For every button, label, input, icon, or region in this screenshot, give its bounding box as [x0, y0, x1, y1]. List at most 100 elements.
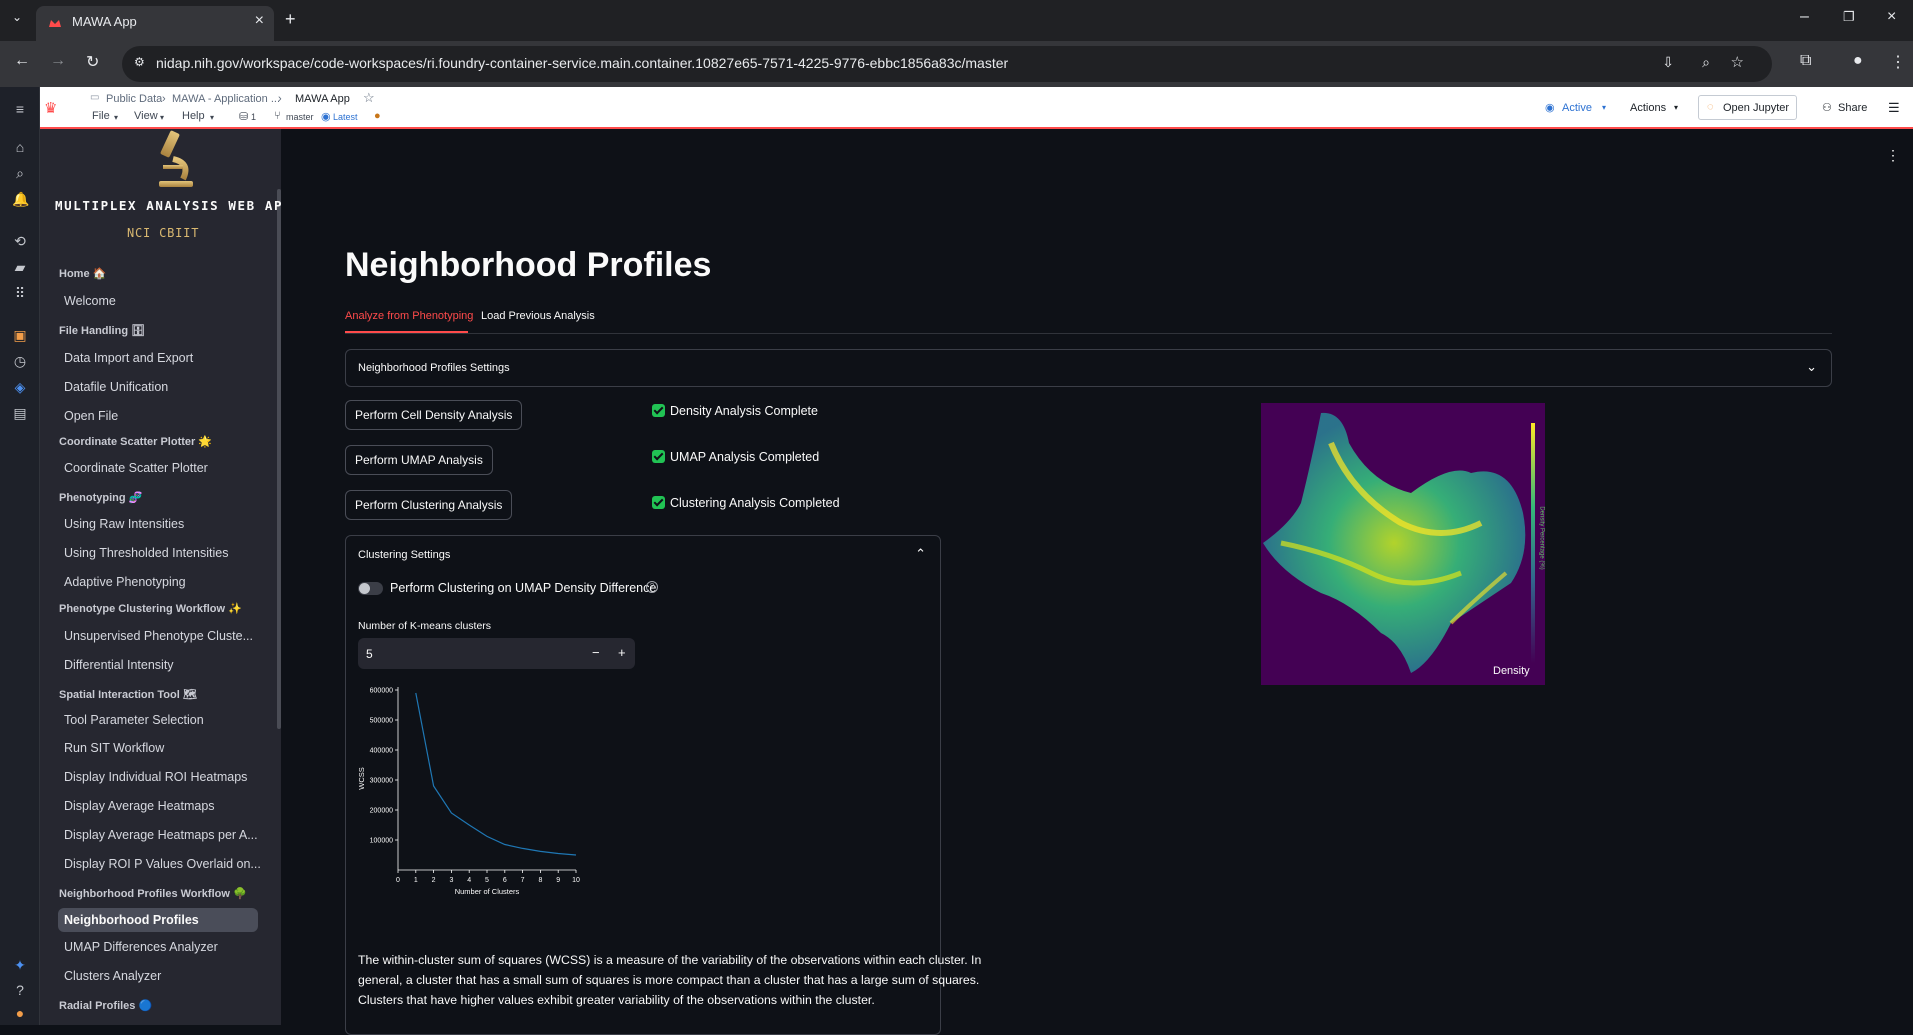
address-bar[interactable]: ⚙ nidap.nih.gov/workspace/code-workspace… — [122, 46, 1772, 82]
nav-item-datafile-unification[interactable]: Datafile Unification — [64, 380, 168, 394]
actions-menu[interactable]: Actions — [1630, 95, 1666, 121]
history-icon[interactable]: ⟲ — [12, 233, 28, 249]
tab-load-previous-analysis[interactable]: Load Previous Analysis — [481, 310, 595, 322]
nav-item-adaptive-phenotyping[interactable]: Adaptive Phenotyping — [64, 575, 186, 589]
cube-icon[interactable]: ◈ — [12, 379, 28, 395]
tab-analyze-from-phenotyping[interactable]: Analyze from Phenotyping — [345, 310, 473, 322]
decrement-button[interactable]: − — [592, 645, 600, 660]
close-tab-icon[interactable]: × — [255, 12, 264, 30]
x-tick-label: 3 — [449, 877, 453, 884]
menu-help[interactable]: Help — [182, 110, 205, 122]
nav-item-roi-p-values[interactable]: Display ROI P Values Overlaid on... — [64, 857, 261, 871]
umap-complete-checkbox[interactable] — [652, 450, 665, 463]
browser-tab[interactable]: MAWA App × — [36, 6, 274, 41]
version-selector[interactable]: Latest — [333, 112, 358, 122]
nav-item-unsupervised-clustering[interactable]: Unsupervised Phenotype Cluste... — [64, 629, 253, 643]
warning-icon: ● — [374, 110, 381, 122]
clock-icon[interactable]: ◷ — [12, 353, 28, 369]
x-tick-label: 6 — [503, 877, 507, 884]
perform-clustering-button[interactable]: Perform Clustering Analysis — [345, 490, 512, 520]
restore-icon[interactable]: ❐ — [1843, 9, 1855, 25]
expand-panel-icon[interactable]: ≡ — [12, 101, 28, 117]
increment-button[interactable]: + — [618, 645, 626, 660]
workspace-count: 1 — [251, 112, 256, 122]
wcss-series-line — [416, 693, 576, 855]
nav-item-neighborhood-profiles[interactable]: Neighborhood Profiles — [64, 913, 199, 927]
forward-icon[interactable]: → — [50, 52, 66, 70]
nav-item-tool-parameter-selection[interactable]: Tool Parameter Selection — [64, 713, 204, 727]
x-tick-label: 4 — [467, 877, 471, 884]
chevron-up-icon[interactable]: ⌃ — [915, 546, 926, 562]
new-tab-icon[interactable]: + — [285, 9, 296, 30]
search-icon[interactable]: ⌕ — [12, 165, 28, 181]
url-text: nidap.nih.gov/workspace/code-workspaces/… — [156, 55, 1008, 71]
browser-tab-bar: ⌄ MAWA App × + – ❐ × — [0, 0, 1913, 41]
workspace-app-icon[interactable]: ▣ — [12, 327, 28, 343]
open-folder-icon[interactable]: ▤ — [12, 405, 28, 421]
extensions-icon[interactable]: ⧉ — [1800, 52, 1811, 70]
kmeans-number-input[interactable]: 5 − + — [358, 638, 635, 669]
clustering-complete-checkbox[interactable] — [652, 496, 665, 509]
share-icon: ⚇ — [1822, 95, 1832, 121]
nav-item-umap-differences[interactable]: UMAP Differences Analyzer — [64, 940, 218, 954]
nav-section-neighborhood-profiles: Neighborhood Profiles Workflow 🌳 — [59, 887, 247, 900]
nav-item-individual-roi-heatmaps[interactable]: Display Individual ROI Heatmaps — [64, 770, 247, 784]
nav-item-average-heatmaps[interactable]: Display Average Heatmaps — [64, 799, 215, 813]
nav-item-thresholded-intensities[interactable]: Using Thresholded Intensities — [64, 546, 228, 560]
share-button[interactable]: Share — [1838, 95, 1867, 121]
nav-item-differential-intensity[interactable]: Differential Intensity — [64, 658, 174, 672]
reload-icon[interactable]: ↻ — [86, 52, 99, 72]
folder-icon[interactable]: ▰ — [12, 259, 28, 275]
help-link-icon[interactable]: ✦ — [12, 957, 28, 973]
check-circle-icon: ◉ — [321, 110, 331, 123]
home-icon[interactable]: ⌂ — [12, 139, 28, 155]
breadcrumb-mawa-application[interactable]: MAWA - Application ... — [172, 93, 280, 105]
tab-active-indicator — [345, 331, 468, 333]
tab-list-icon[interactable]: ⌄ — [12, 10, 22, 24]
profile-icon[interactable]: ● — [1853, 52, 1863, 70]
nav-item-coordinate-scatter-plotter[interactable]: Coordinate Scatter Plotter — [64, 461, 208, 475]
minimize-icon[interactable]: – — [1800, 8, 1809, 26]
close-window-icon[interactable]: × — [1887, 8, 1896, 26]
branch-selector[interactable]: master — [286, 112, 314, 122]
chrome-menu-icon[interactable]: ⋮ — [1890, 52, 1906, 72]
perform-density-button[interactable]: Perform Cell Density Analysis — [345, 400, 522, 430]
open-jupyter-label: Open Jupyter — [1723, 102, 1789, 114]
panel-list-icon[interactable]: ☰ — [1888, 95, 1900, 121]
umap-difference-label: Perform Clustering on UMAP Density Diffe… — [390, 581, 656, 595]
favorite-star-icon[interactable]: ☆ — [363, 90, 375, 106]
app-header: ♛ ▭ Public Data › MAWA - Application ...… — [40, 87, 1913, 129]
folder-small-icon: ▭ — [90, 92, 99, 103]
apps-grid-icon[interactable]: ⠿ — [12, 285, 28, 301]
nav-item-open-file[interactable]: Open File — [64, 409, 118, 423]
perform-umap-button[interactable]: Perform UMAP Analysis — [345, 445, 493, 475]
main-menu-icon[interactable]: ⋮ — [1886, 147, 1900, 164]
menu-file[interactable]: File — [92, 110, 110, 122]
install-app-icon[interactable]: ⇩ — [1662, 54, 1674, 71]
address-toolbar: ← → ↻ ⚙ nidap.nih.gov/workspace/code-wor… — [0, 41, 1913, 87]
notifications-icon[interactable]: 🔔 — [12, 191, 28, 207]
nav-item-run-sit-workflow[interactable]: Run SIT Workflow — [64, 741, 164, 755]
site-info-icon[interactable]: ⚙ — [134, 55, 145, 69]
back-icon[interactable]: ← — [14, 52, 30, 70]
status-dropdown[interactable]: Active — [1562, 95, 1592, 121]
nav-item-average-heatmaps-per[interactable]: Display Average Heatmaps per A... — [64, 828, 258, 842]
zoom-icon[interactable]: ⌕ — [1702, 54, 1710, 71]
clustering-settings-title[interactable]: Clustering Settings — [358, 549, 450, 561]
nav-item-welcome[interactable]: Welcome — [64, 294, 116, 308]
open-jupyter-button[interactable]: ◌ Open Jupyter — [1698, 95, 1797, 120]
wcss-elbow-chart: 0123456789101000002000003000004000005000… — [354, 682, 594, 897]
bookmark-star-icon[interactable]: ☆ — [1731, 53, 1744, 71]
density-complete-checkbox[interactable] — [652, 404, 665, 417]
nav-item-clusters-analyzer[interactable]: Clusters Analyzer — [64, 969, 161, 983]
umap-difference-toggle[interactable] — [358, 582, 383, 595]
neighborhood-settings-expander[interactable]: Neighborhood Profiles Settings ⌄ — [345, 349, 1832, 387]
user-avatar[interactable]: ● — [12, 1005, 28, 1021]
nav-item-data-import-export[interactable]: Data Import and Export — [64, 351, 193, 365]
help-icon[interactable]: ? — [12, 982, 28, 998]
tab-divider — [345, 333, 1832, 334]
nav-item-raw-intensities[interactable]: Using Raw Intensities — [64, 517, 184, 531]
breadcrumb-public-data[interactable]: Public Data — [106, 93, 162, 105]
menu-view[interactable]: View — [134, 110, 158, 122]
help-tooltip-icon[interactable]: ? — [646, 581, 658, 593]
